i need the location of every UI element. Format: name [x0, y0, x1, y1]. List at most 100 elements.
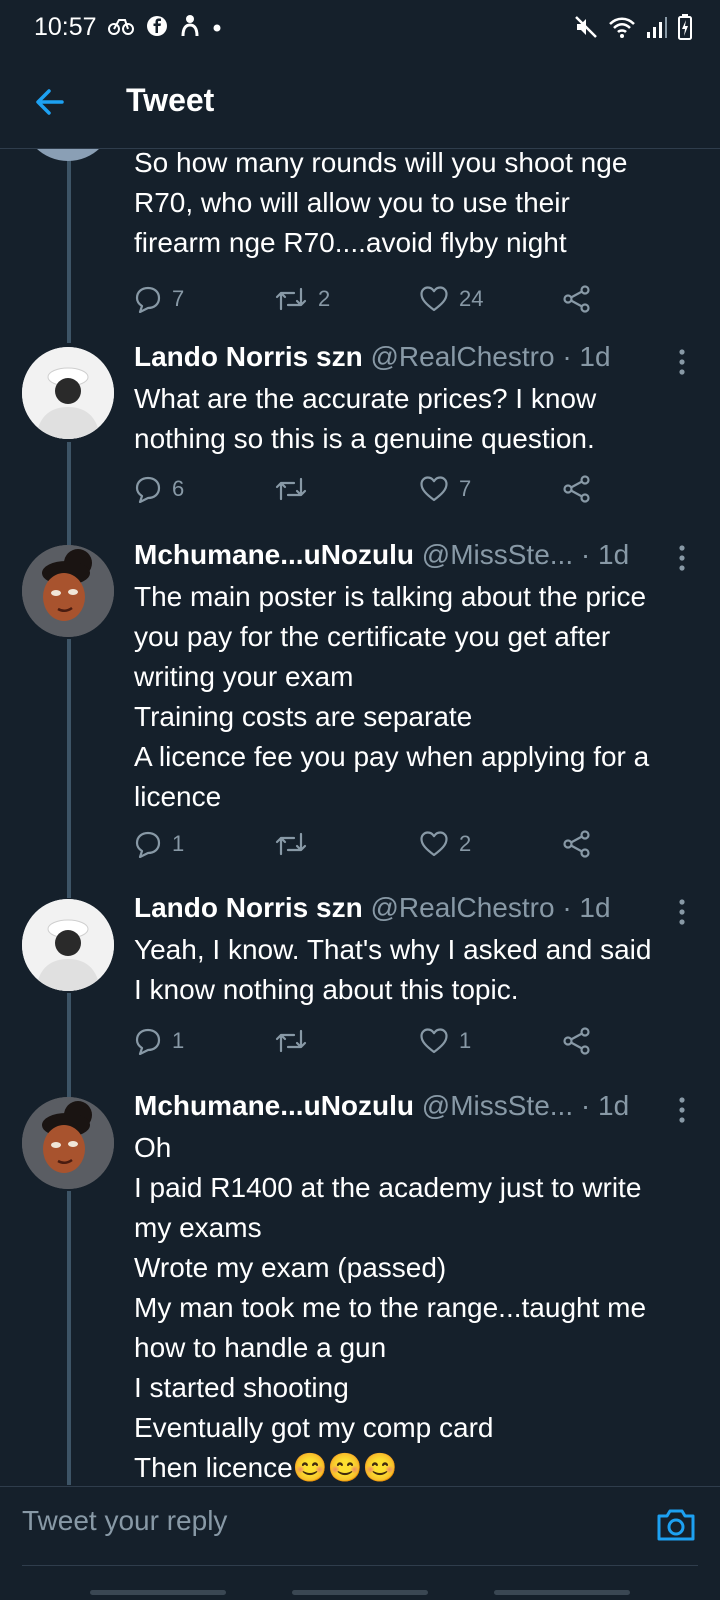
thread-connector	[67, 993, 71, 1098]
retweet-icon	[275, 1029, 307, 1053]
avatar[interactable]	[22, 545, 114, 637]
like-button[interactable]: 1	[419, 1021, 471, 1061]
user-handle[interactable]: @MissSte...	[422, 539, 573, 570]
user-handle[interactable]: @RealChestro	[370, 341, 554, 372]
retweet-count: 2	[318, 286, 331, 311]
like-button[interactable]: 7	[419, 469, 471, 509]
tweet-time: · 1d	[562, 892, 611, 923]
signal-icon	[647, 17, 667, 38]
tweet-header: Mchumane...uNozulu @MissSte... · 1d	[134, 539, 629, 571]
reply-icon	[135, 1028, 161, 1055]
person-notification-icon	[181, 15, 199, 37]
more-vertical-icon	[679, 349, 685, 375]
retweet-button[interactable]	[274, 1021, 318, 1061]
like-button[interactable]: 24	[419, 279, 483, 319]
more-options-button[interactable]	[672, 541, 692, 575]
like-count: 24	[459, 286, 484, 311]
display-name[interactable]: Lando Norris szn	[134, 892, 363, 923]
status-time: 10:57	[34, 13, 97, 41]
heart-icon	[420, 286, 448, 312]
reply-button[interactable]: 6	[134, 469, 184, 509]
avatar-image	[22, 347, 114, 439]
thread-connector	[67, 442, 71, 546]
reply-button[interactable]: 1	[134, 824, 184, 864]
more-vertical-icon	[679, 545, 685, 571]
reply-icon	[135, 476, 161, 503]
reply-count: 1	[172, 1028, 185, 1053]
display-name[interactable]: Mchumane...uNozulu	[134, 539, 414, 570]
reply-count: 7	[172, 286, 185, 311]
share-button[interactable]	[562, 469, 592, 509]
tweet-actions: 6 7	[134, 469, 614, 509]
retweet-button[interactable]	[274, 824, 318, 864]
camera-icon	[657, 1509, 695, 1541]
arrow-left-icon	[36, 89, 64, 115]
more-options-button[interactable]	[672, 1093, 692, 1127]
reply-input[interactable]: Tweet your reply	[22, 1505, 227, 1537]
retweet-button[interactable]: 2	[274, 279, 330, 319]
status-system-icons	[574, 14, 692, 40]
system-navigation-bar	[0, 1568, 720, 1600]
nav-recents-button[interactable]	[90, 1590, 226, 1595]
like-count: 2	[459, 831, 472, 856]
reply-count: 1	[172, 831, 185, 856]
like-button[interactable]: 2	[419, 824, 471, 864]
avatar[interactable]	[22, 347, 114, 439]
reply-icon	[135, 286, 161, 313]
heart-icon	[420, 1028, 448, 1054]
user-handle[interactable]: @MissSte...	[422, 1090, 573, 1121]
tweet-actions: 7 2 24	[134, 279, 614, 319]
tweet-actions: 1 2	[134, 824, 614, 864]
tweet-time: · 1d	[580, 539, 630, 570]
avatar-image	[22, 899, 114, 991]
share-icon	[563, 830, 590, 858]
share-icon	[563, 475, 590, 503]
wifi-icon	[609, 17, 635, 38]
facebook-notification-icon	[147, 16, 167, 36]
avatar[interactable]	[22, 1097, 114, 1189]
more-vertical-icon	[679, 899, 685, 925]
reply-composer: Tweet your reply	[0, 1486, 720, 1567]
more-options-button[interactable]	[672, 345, 692, 379]
page-title: Tweet	[126, 82, 215, 118]
thread-connector	[67, 639, 71, 898]
avatar[interactable]	[22, 899, 114, 991]
battery-icon	[678, 14, 692, 40]
like-count: 1	[459, 1028, 472, 1053]
like-count: 7	[459, 476, 472, 501]
share-button[interactable]	[562, 824, 592, 864]
avatar-image	[22, 545, 114, 637]
tweet-text: Yeah, I know. That's why I asked and sai…	[134, 934, 652, 1005]
reply-thread[interactable]: So how many rounds will you shoot nge R7…	[0, 149, 720, 1485]
share-icon	[563, 285, 590, 313]
nav-home-button[interactable]	[292, 1590, 428, 1595]
display-name[interactable]: Mchumane...uNozulu	[134, 1090, 414, 1121]
user-handle[interactable]: @RealChestro	[370, 892, 554, 923]
heart-icon	[420, 831, 448, 857]
nav-back-button[interactable]	[494, 1590, 630, 1595]
more-options-button[interactable]	[672, 895, 692, 929]
reply-icon	[135, 831, 161, 858]
status-bar: 10:57	[0, 0, 720, 56]
share-button[interactable]	[562, 1021, 592, 1061]
status-notification-icons	[108, 14, 222, 38]
tweet-header: Lando Norris szn @RealChestro · 1d	[134, 892, 611, 924]
reply-button[interactable]: 1	[134, 1021, 184, 1061]
share-button[interactable]	[562, 279, 592, 319]
tweet-text: What are the accurate prices? I know not…	[134, 383, 597, 454]
retweet-icon	[275, 477, 307, 501]
camera-button[interactable]	[654, 1503, 698, 1547]
tweet-text: Oh I paid R1400 at the academy just to w…	[134, 1132, 647, 1483]
mute-icon	[575, 16, 597, 38]
avatar[interactable]	[22, 149, 114, 161]
avatar-image	[22, 1097, 114, 1189]
bike-notification-icon	[108, 19, 134, 35]
retweet-button[interactable]	[274, 469, 318, 509]
dot-notification-icon	[213, 24, 221, 32]
share-icon	[563, 1027, 590, 1055]
reply-button[interactable]: 7	[134, 279, 184, 319]
top-app-bar: Tweet	[0, 56, 720, 149]
back-button[interactable]	[30, 82, 70, 122]
display-name[interactable]: Lando Norris szn	[134, 341, 363, 372]
tweet-time: · 1d	[580, 1090, 630, 1121]
